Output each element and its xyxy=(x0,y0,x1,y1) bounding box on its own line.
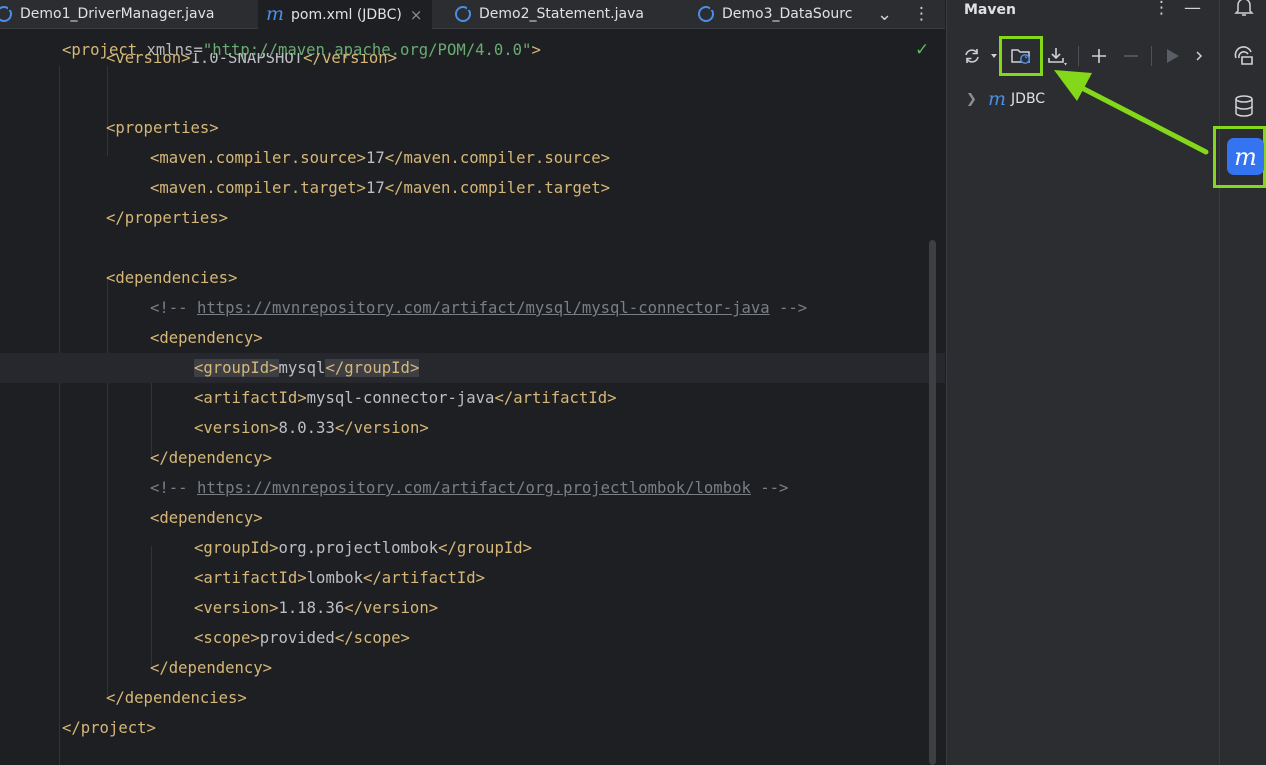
code-line: <!-- https://mvnrepository.com/artifact/… xyxy=(150,299,808,317)
code-line: <version>1.0-SNAPSHOT</version> xyxy=(106,53,398,67)
download-sources-button[interactable] xyxy=(1043,40,1071,72)
minus-icon xyxy=(1124,55,1138,57)
editor-scrollbar[interactable] xyxy=(929,240,936,765)
chevron-right-icon xyxy=(1196,51,1203,61)
code-line: <version>8.0.33</version> xyxy=(194,419,429,437)
add-project-button[interactable] xyxy=(1086,40,1112,72)
code-line: </dependency> xyxy=(150,659,273,677)
tab-list-dropdown[interactable]: ⌄ xyxy=(877,0,892,28)
tree-item-jdbc[interactable]: ❯ m JDBC xyxy=(966,88,1045,110)
tree-item-label: JDBC xyxy=(1011,91,1046,107)
right-tool-strip xyxy=(1219,0,1266,765)
tab-label: Demo3_DataSourc xyxy=(722,6,853,22)
tab-label: Demo1_DriverManager.java xyxy=(20,6,215,22)
maven-icon: m xyxy=(1234,142,1257,171)
maven-m-icon: m xyxy=(988,88,1007,110)
tab-demo3[interactable]: Demo3_DataSourc xyxy=(698,0,858,28)
code-line: </project> xyxy=(62,719,156,737)
chevron-right-icon[interactable]: ❯ xyxy=(966,92,988,107)
database-icon xyxy=(1235,95,1253,117)
code-line: <dependencies> xyxy=(106,269,238,287)
panel-title: Maven xyxy=(964,2,1016,18)
code-line: <properties> xyxy=(106,119,219,137)
tab-label: pom.xml (JDBC) xyxy=(291,6,402,23)
code-line: <scope>provided</scope> xyxy=(194,629,410,647)
reload-all-button[interactable] xyxy=(961,40,1001,72)
java-class-icon xyxy=(455,5,472,22)
maven-tool-button[interactable]: m xyxy=(1227,138,1264,175)
toolbar-separator xyxy=(1151,46,1152,66)
tab-demo1[interactable]: Demo1_DriverManager.java xyxy=(0,0,214,28)
highlight-box-reload xyxy=(999,36,1043,76)
notifications-button[interactable] xyxy=(1232,0,1256,20)
toolbar-overflow-button[interactable] xyxy=(1189,40,1209,72)
tab-pom-xml[interactable]: m pom.xml (JDBC) × xyxy=(258,0,433,29)
code-line: <maven.compiler.target>17</maven.compile… xyxy=(150,179,611,197)
code-line: <groupId>org.projectlombok</groupId> xyxy=(194,539,532,557)
repository-link[interactable]: https://mvnrepository.com/artifact/org.p… xyxy=(197,479,751,497)
toolbar-separator xyxy=(1078,46,1079,66)
code-line: <artifactId>mysql-connector-java</artifa… xyxy=(194,389,617,407)
chevron-down-icon: ⌄ xyxy=(877,3,893,25)
run-button xyxy=(1159,40,1185,72)
code-line: </properties> xyxy=(106,209,229,227)
code-line: <artifactId>lombok</artifactId> xyxy=(194,569,486,587)
database-button[interactable] xyxy=(1232,94,1256,118)
code-line: <maven.compiler.source>17</maven.compile… xyxy=(150,149,611,167)
code-line: </dependency> xyxy=(150,449,273,467)
maven-tool-window: Maven ⋮ — xyxy=(946,0,1219,765)
java-class-icon xyxy=(698,5,715,22)
code-line: </dependencies> xyxy=(106,689,247,707)
more-vertical-icon[interactable]: ⋮ xyxy=(1153,0,1170,18)
tab-more-button[interactable]: ⋮ xyxy=(913,0,930,28)
run-icon xyxy=(1167,49,1179,63)
code-line-current: <groupId>mysql</groupId> xyxy=(0,353,945,383)
plus-icon xyxy=(1092,49,1106,63)
more-vertical-icon: ⋮ xyxy=(913,4,930,24)
java-class-icon xyxy=(0,5,13,22)
check-icon: ✓ xyxy=(915,40,930,60)
editor-tab-bar: Demo1_DriverManager.java m pom.xml (JDBC… xyxy=(0,0,945,29)
download-icon xyxy=(1048,48,1067,66)
close-icon[interactable]: × xyxy=(410,6,423,24)
tab-demo2[interactable]: Demo2_Statement.java xyxy=(455,0,644,28)
tab-label: Demo2_Statement.java xyxy=(479,6,644,22)
code-line: <version>1.18.36</version> xyxy=(194,599,439,617)
minimize-icon[interactable]: — xyxy=(1184,0,1201,18)
ai-assistant-button[interactable] xyxy=(1232,44,1256,68)
ai-assistant-icon xyxy=(1234,46,1253,65)
code-line: <dependency> xyxy=(150,509,263,527)
sync-icon xyxy=(965,49,997,63)
maven-m-icon: m xyxy=(266,3,285,25)
bell-icon xyxy=(1234,0,1254,16)
remove-project-button xyxy=(1118,40,1144,72)
editor-area[interactable]: Demo1_DriverManager.java m pom.xml (JDBC… xyxy=(0,0,945,765)
code-line: <dependency> xyxy=(150,329,263,347)
repository-link[interactable]: https://mvnrepository.com/artifact/mysql… xyxy=(197,299,770,317)
code-line: <!-- https://mvnrepository.com/artifact/… xyxy=(150,479,789,497)
